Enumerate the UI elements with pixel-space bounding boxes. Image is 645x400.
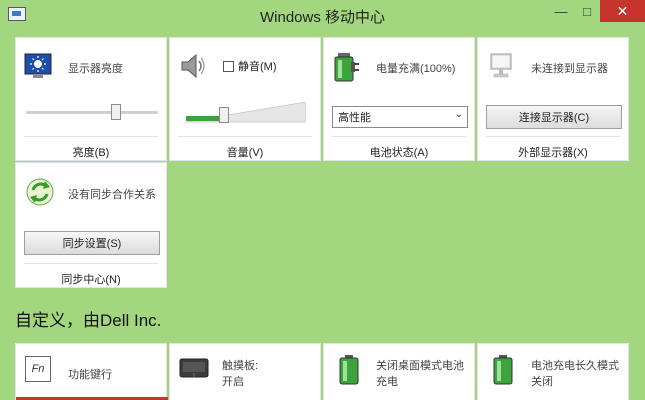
volume-divider	[178, 136, 312, 137]
brightness-divider	[24, 136, 158, 137]
volume-label: 音量(V)	[226, 147, 264, 159]
touchpad-icon	[179, 358, 209, 385]
sync-settings-button[interactable]: 同步设置(S)	[24, 231, 160, 255]
battery-divider	[332, 136, 466, 137]
custom-section-heading: 自定义，由Dell Inc.	[15, 311, 162, 330]
maximize-button[interactable]: □	[574, 0, 600, 22]
speaker-icon	[179, 52, 207, 85]
brightness-slider[interactable]	[26, 104, 158, 120]
monitor-icon	[487, 52, 515, 85]
external-display-tile: 未连接到显示器 连接显示器(C) 外部显示器(X)	[477, 37, 629, 161]
volume-slider[interactable]	[186, 102, 306, 124]
display-brightness-icon	[24, 52, 52, 85]
display-label: 外部显示器(X)	[518, 147, 588, 159]
chevron-down-icon: ⌄	[454, 109, 463, 120]
battery-tile: 电量充满(100%) 高性能 ⌄ 电池状态(A)	[323, 37, 475, 161]
desktop-battery-title: 关闭桌面模式电池	[376, 360, 464, 372]
fn-key-tile[interactable]: Fn 功能键行	[15, 343, 168, 400]
display-divider	[486, 136, 620, 137]
battery-status: 电量充满(100%)	[376, 63, 456, 75]
battery-label: 电池状态(A)	[369, 147, 429, 159]
brightness-status: 显示器亮度	[68, 63, 123, 75]
sync-divider	[24, 263, 158, 264]
brightness-slider-track	[26, 111, 158, 114]
sync-label: 同步中心(N)	[61, 274, 121, 286]
close-button[interactable]: ✕	[600, 0, 645, 22]
sync-status: 没有同步合作关系	[68, 189, 156, 201]
mute-checkbox[interactable]	[223, 61, 234, 72]
fn-key-title: 功能键行	[68, 369, 112, 381]
connect-display-button[interactable]: 连接显示器(C)	[486, 105, 622, 129]
power-plan-value: 高性能	[338, 112, 371, 124]
battery-longevity-title: 电池充电长久模式	[531, 360, 619, 372]
touchpad-title: 触摸板:	[222, 360, 259, 372]
fn-key-icon: Fn	[25, 356, 51, 382]
volume-slider-thumb[interactable]	[219, 107, 229, 123]
touchpad-tile[interactable]: 触摸板: 开启	[169, 343, 321, 400]
touchpad-state: 开启	[222, 376, 244, 388]
power-plan-select[interactable]: 高性能 ⌄	[332, 106, 468, 128]
volume-fill	[186, 116, 221, 121]
brightness-tile: 显示器亮度 亮度(B)	[15, 37, 167, 161]
desktop-battery-sub: 充电	[376, 376, 398, 388]
sync-center-tile: 没有同步合作关系 同步设置(S) 同步中心(N)	[15, 162, 167, 288]
mute-label: 静音(M)	[238, 61, 277, 73]
brightness-label: 亮度(B)	[72, 147, 110, 159]
sync-arrows-icon	[25, 177, 55, 212]
display-status: 未连接到显示器	[531, 63, 608, 75]
volume-tile: 静音(M) 音量(V)	[169, 37, 321, 161]
brightness-slider-thumb[interactable]	[111, 104, 121, 120]
battery-longevity-sub: 关闭	[531, 376, 553, 388]
battery-longevity-tile[interactable]: 电池充电长久模式 关闭	[477, 343, 629, 400]
title-bar: Windows 移动中心 — □ ✕	[0, 0, 645, 32]
battery-plug-icon	[332, 50, 362, 87]
desktop-battery-charge-tile[interactable]: 关闭桌面模式电池 充电	[323, 343, 475, 400]
minimize-button[interactable]: —	[548, 0, 574, 22]
battery-icon	[338, 354, 360, 391]
battery-icon	[492, 354, 514, 391]
